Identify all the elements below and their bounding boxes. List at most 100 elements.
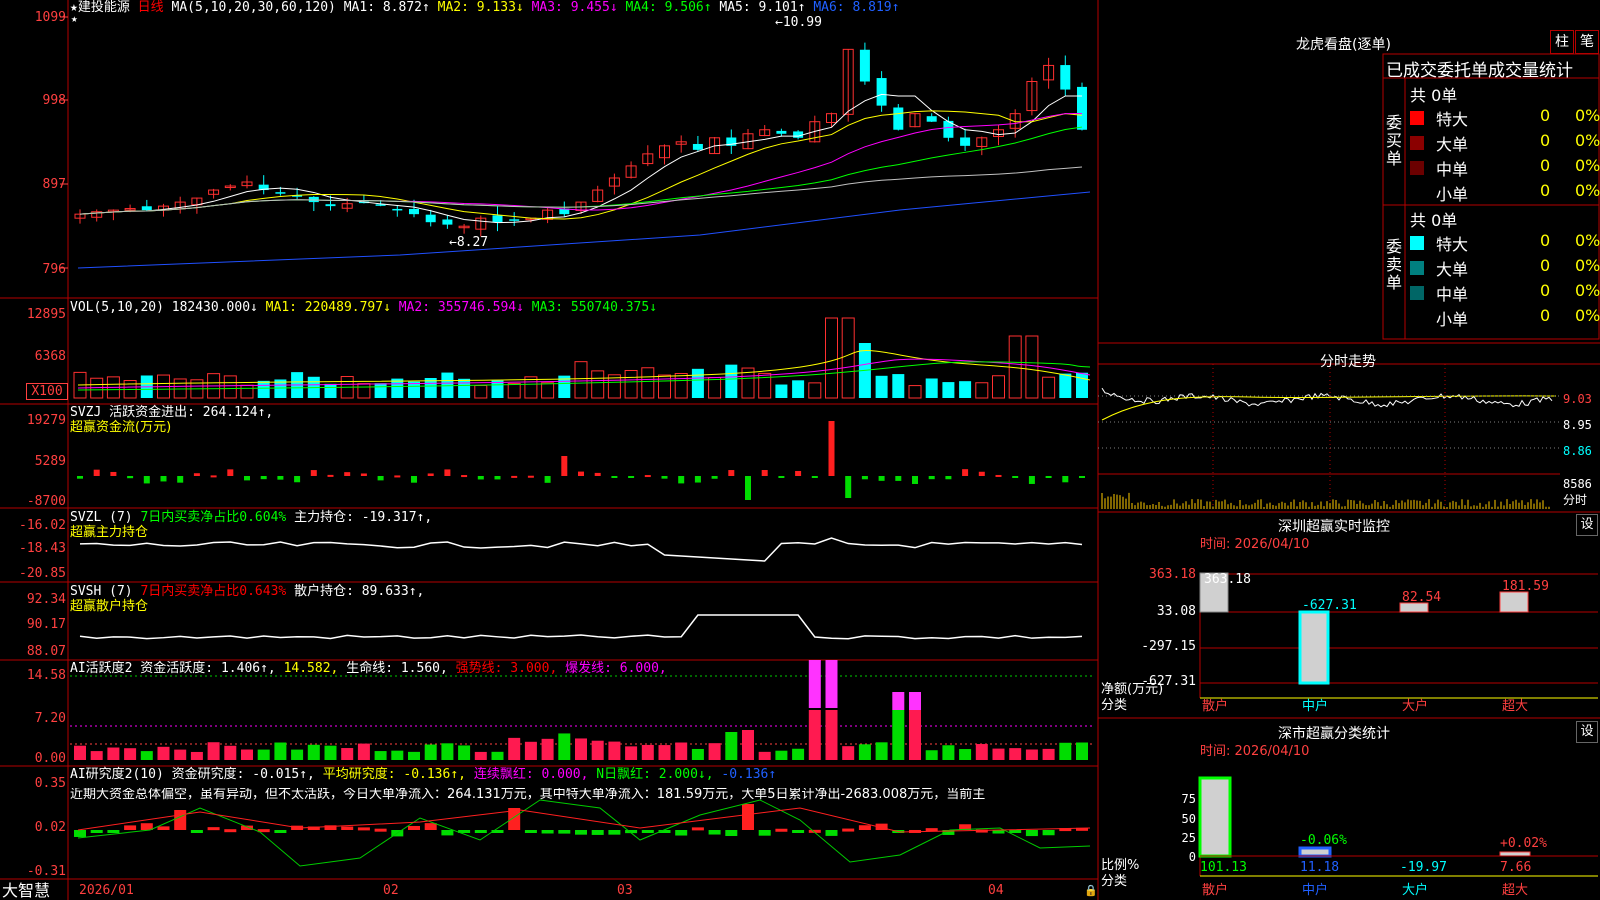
- vol-label: VOL(5,10,20): [70, 300, 164, 315]
- sell-row-count: 0: [1540, 281, 1551, 300]
- ai2-bar: [174, 810, 187, 830]
- ai-bar: [190, 751, 203, 760]
- candle-body: [425, 214, 436, 223]
- volume-bar: [223, 375, 237, 399]
- svzj-bar: [294, 476, 301, 483]
- svzj-bar: [511, 475, 518, 478]
- sz-monitor-settings-button[interactable]: 设: [1576, 514, 1598, 536]
- ai-bar: [909, 692, 921, 710]
- volume-bar: [975, 382, 989, 399]
- volume-bar: [992, 375, 1005, 399]
- candle-body: [509, 219, 520, 221]
- buy-row-swatch: [1410, 111, 1424, 125]
- svzj-axis-label: -8700: [26, 494, 66, 509]
- candle-body: [392, 208, 403, 211]
- ai2-bar: [408, 825, 420, 830]
- ai2-bar: [925, 828, 938, 832]
- volume-bar: [959, 381, 972, 398]
- stock-name[interactable]: 建投能源: [78, 0, 130, 15]
- svsh-subtitle: 超赢散户持仓: [70, 599, 149, 614]
- svzj-bar: [945, 476, 952, 480]
- vol-ma2: MA2: 355746.594↓: [398, 300, 524, 315]
- ai-bar: [408, 751, 420, 760]
- sz-monitor-axis: -297.15: [1141, 639, 1196, 654]
- svsh-header: SVSH (7) 7日内买卖净占比0.643% 散户持仓: 89.633↑,: [70, 585, 424, 599]
- candle-body: [893, 107, 904, 130]
- sz-monitor-ylabel: 净额(万元): [1101, 682, 1164, 697]
- sz-monitor-xlabel: 分类: [1101, 698, 1128, 713]
- ai-bar: [140, 751, 153, 760]
- sell-row-pct: 0%: [1575, 306, 1600, 325]
- svzj-bar: [143, 476, 150, 484]
- low-price-value: 8.27: [456, 235, 489, 250]
- svzj-bar: [310, 470, 317, 476]
- svzj-bar: [1062, 476, 1069, 483]
- sz-class-axis: 0: [1188, 850, 1196, 864]
- volume-bar: [1059, 373, 1072, 398]
- bar-mode-button[interactable]: 柱: [1550, 30, 1574, 54]
- ai2-bar: [825, 830, 838, 836]
- volume-bar: [324, 383, 337, 398]
- svzj-bar: [527, 475, 534, 478]
- sell-row-count: 0: [1540, 231, 1551, 250]
- volume-bar: [257, 380, 270, 398]
- sz-monitor-cat: 大户: [1402, 699, 1429, 714]
- svzj-bar: [694, 476, 701, 483]
- tick-mode-button[interactable]: 笔: [1575, 30, 1599, 54]
- candle-body: [793, 131, 804, 138]
- intraday-avg-line: [1101, 395, 1557, 421]
- svzj-bar: [811, 476, 818, 478]
- ai2-v2: 平均研究度: -0.136↑,: [322, 767, 466, 782]
- sz-bar-mid: [1298, 610, 1330, 685]
- candle-body: [409, 208, 419, 215]
- candle-body: [492, 215, 503, 223]
- sz-monitor-cat: 超大: [1502, 699, 1529, 714]
- ai-bar: [274, 742, 287, 760]
- ai-bar: [708, 743, 721, 760]
- volume-bar: [524, 376, 538, 399]
- volume-bar: [708, 377, 722, 399]
- volume-bar: [725, 364, 738, 398]
- volume-bar: [908, 385, 922, 399]
- sell-row-count: 0: [1540, 306, 1551, 325]
- svzj-bar: [77, 476, 83, 479]
- ai-bar: [641, 744, 654, 760]
- svzj-bar: [244, 476, 250, 481]
- svzl-axis-label: -20.85: [19, 566, 66, 581]
- sz-class-axis: 50: [1181, 812, 1196, 826]
- svzj-bar: [394, 475, 401, 478]
- longhu-title: 龙虎看盘(逐单): [1296, 37, 1391, 53]
- svzj-bar: [912, 476, 918, 484]
- svzj-bar: [160, 476, 167, 482]
- sz-class-bar-label: -0.06%: [1300, 833, 1347, 848]
- ai2-bar: [207, 827, 220, 831]
- volume-bar: [458, 378, 471, 398]
- svzj-bar: [745, 476, 751, 500]
- ai2-header: AI研究度2(10) 资金研究度: -0.015↑, 平均研究度: -0.136…: [70, 768, 776, 782]
- buy-row-pct: 0%: [1575, 131, 1600, 150]
- sz-class-ylabel: 比例%: [1101, 858, 1140, 873]
- intraday-axis-label: 分时: [1563, 493, 1588, 507]
- sz-class-title: 深市超赢分类统计: [1278, 726, 1390, 742]
- ai-bar: [324, 745, 337, 760]
- intraday-axis-label: 8.86: [1563, 444, 1592, 458]
- period-label[interactable]: 日线: [138, 0, 164, 15]
- price-axis-label: 897: [42, 177, 66, 192]
- svsh-axis-label: 90.17: [26, 617, 66, 632]
- volume-bar: [1076, 372, 1088, 398]
- svzj-bar: [210, 475, 217, 478]
- sz-class-settings-button[interactable]: 设: [1576, 721, 1598, 743]
- date-tick: 2026/01: [79, 883, 134, 898]
- ai-bar: [742, 730, 754, 760]
- lock-icon[interactable]: 🔒: [1084, 884, 1098, 898]
- ai-bar: [424, 744, 437, 760]
- buy-row-count: 0: [1540, 106, 1551, 125]
- ai-bar: [808, 660, 821, 708]
- ai-bar: [691, 748, 704, 760]
- ai2-bar: [190, 830, 203, 833]
- vol-unit-button[interactable]: X100: [26, 383, 68, 400]
- buy-row-swatch: [1410, 186, 1424, 200]
- sz-bar-super: [1499, 591, 1529, 613]
- ma3-value: MA3: 9.455↓: [531, 0, 618, 15]
- ai-bar: [775, 750, 788, 760]
